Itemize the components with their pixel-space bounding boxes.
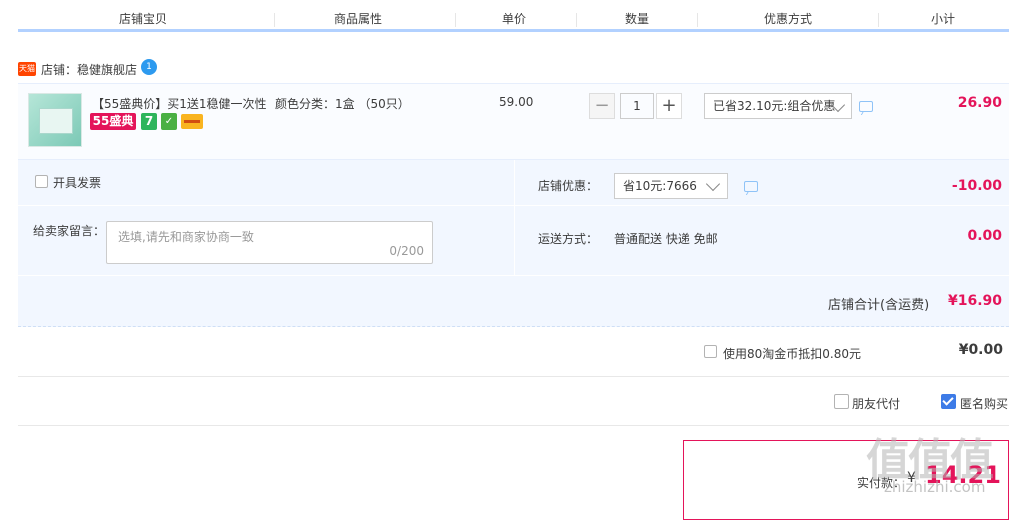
shipping-amount: 0.00 xyxy=(967,228,1002,244)
divider xyxy=(18,376,1009,377)
col-attributes: 商品属性 xyxy=(333,12,382,26)
discount-info-icon[interactable] xyxy=(744,181,758,192)
col-shop-item: 店铺宝贝 xyxy=(118,12,167,26)
product-attributes: 颜色分类：1盒 （50只） xyxy=(275,97,410,111)
quantity-input[interactable]: 1 xyxy=(620,93,654,119)
header-separator xyxy=(455,13,456,27)
promo-55-badge: 55盛典 xyxy=(90,113,136,130)
col-subtotal: 小计 xyxy=(930,12,955,26)
header-separator xyxy=(697,13,698,27)
header-separator xyxy=(576,13,577,27)
divider xyxy=(514,160,515,275)
divider xyxy=(515,205,1009,206)
item-promo-value: 已省32.10元:组合优惠 xyxy=(713,99,836,113)
item-subtotal: 26.90 xyxy=(957,95,1002,111)
watermark-url: zhizhizhi.com xyxy=(884,478,986,496)
credit-card-icon xyxy=(181,114,203,129)
guarantee-shield-icon: ✓ xyxy=(161,113,177,130)
invoice-label[interactable]: 开具发票 xyxy=(53,174,101,191)
seven-day-return-icon: 7 xyxy=(141,113,157,130)
anonymous-checkbox[interactable] xyxy=(941,394,956,409)
coins-checkbox[interactable] xyxy=(704,345,717,358)
wangwang-chat-icon[interactable]: 1 xyxy=(141,59,157,75)
quantity-decrease-button[interactable]: − xyxy=(589,93,615,119)
divider xyxy=(18,425,1009,426)
memo-char-count: 0/200 xyxy=(389,244,424,258)
coins-label[interactable]: 使用80淘金币抵扣0.80元 xyxy=(723,345,861,362)
friend-pay-checkbox[interactable] xyxy=(834,394,849,409)
tmall-logo-icon: 天猫 xyxy=(18,62,36,76)
shop-name-link[interactable]: 店铺：稳健旗舰店 xyxy=(41,61,137,78)
shop-discount-value: 省10元:7666 xyxy=(623,179,697,193)
unit-price: 59.00 xyxy=(499,95,534,109)
divider xyxy=(18,205,514,206)
shop-discount-amount: -10.00 xyxy=(951,178,1002,194)
product-title-link[interactable]: 【55盛典价】买1送1稳健一次性口罩 xyxy=(92,95,267,112)
shop-total-amount: ¥16.90 xyxy=(947,293,1002,309)
col-unit-price: 单价 xyxy=(501,12,526,26)
site-watermark: 值值值 zhizhizhi.com xyxy=(866,424,1026,508)
col-quantity: 数量 xyxy=(624,12,649,26)
header-separator xyxy=(274,13,275,27)
shipping-label: 运送方式： xyxy=(538,232,599,246)
shop-discount-label: 店铺优惠： xyxy=(538,179,599,193)
cart-header: 店铺宝贝 商品属性 单价 数量 优惠方式 小计 xyxy=(18,0,1009,32)
header-underline xyxy=(18,29,1009,32)
quantity-increase-button[interactable]: + xyxy=(656,93,682,119)
memo-placeholder: 选填,请先和商家协商一致 xyxy=(118,230,254,244)
product-thumbnail[interactable] xyxy=(28,93,82,147)
friend-pay-label[interactable]: 朋友代付 xyxy=(852,395,900,412)
col-discount: 优惠方式 xyxy=(763,12,812,26)
promo-info-icon[interactable] xyxy=(859,101,873,112)
shipping-method: 普通配送 快递 免邮 xyxy=(614,232,718,246)
divider xyxy=(18,275,1009,276)
header-separator xyxy=(878,13,879,27)
shop-order-details: 开具发票 给卖家留言： 选填,请先和商家协商一致 0/200 店铺优惠： 省10… xyxy=(18,160,1009,327)
shop-total-label: 店铺合计(含运费) xyxy=(828,298,930,313)
invoice-checkbox[interactable] xyxy=(35,175,48,188)
item-promo-select[interactable]: 已省32.10元:组合优惠 xyxy=(704,93,852,119)
cart-item-row: 【55盛典价】买1送1稳健一次性口罩 55盛典 7 ✓ 颜色分类：1盒 （50只… xyxy=(18,83,1009,160)
coins-amount: ¥0.00 xyxy=(958,342,1003,358)
memo-label: 给卖家留言： xyxy=(33,224,106,238)
seller-memo-textarea[interactable]: 选填,请先和商家协商一致 0/200 xyxy=(106,221,433,264)
anonymous-label[interactable]: 匿名购买 xyxy=(960,395,1008,412)
